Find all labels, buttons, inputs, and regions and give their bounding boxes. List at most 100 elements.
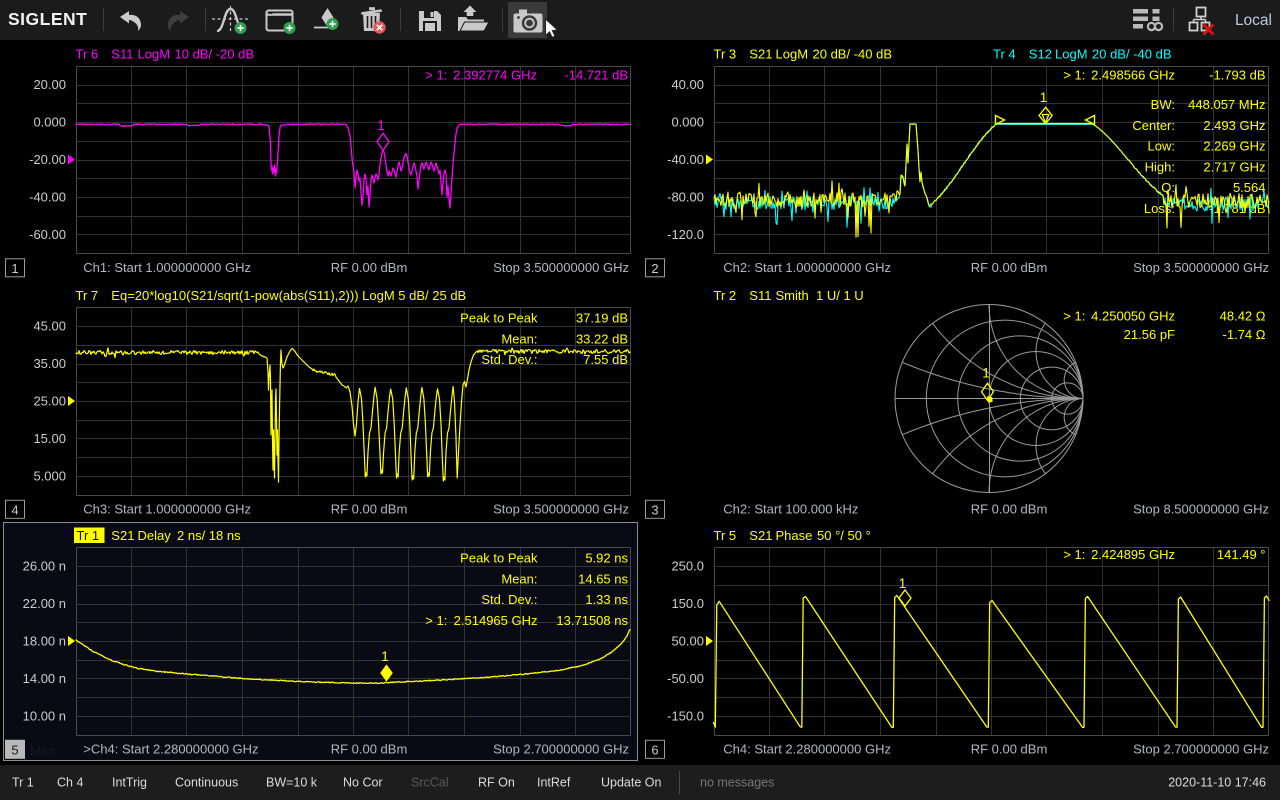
svg-text:Ch2: Start 100.000 kHz: Ch2: Start 100.000 kHz xyxy=(723,501,858,516)
svg-text:20 dB/ -40 dB: 20 dB/ -40 dB xyxy=(1092,47,1172,62)
svg-text:LogM: LogM xyxy=(1055,47,1088,62)
svg-text:26.00 n: 26.00 n xyxy=(23,559,66,574)
svg-text:Tr 7: Tr 7 xyxy=(76,288,99,303)
svg-text:1: 1 xyxy=(899,576,907,591)
svg-text:Tr 3: Tr 3 xyxy=(714,47,737,62)
svg-text:RF 0.00 dBm: RF 0.00 dBm xyxy=(331,501,408,516)
svg-text:14.00 n: 14.00 n xyxy=(23,671,66,686)
svg-text:RF 0.00 dBm: RF 0.00 dBm xyxy=(331,260,408,275)
svg-text:> 1:: > 1: xyxy=(1063,547,1085,562)
svg-text:Phase: Phase xyxy=(776,528,813,543)
svg-text:-40.00: -40.00 xyxy=(667,152,704,167)
svg-text:Tr 5: Tr 5 xyxy=(714,528,737,543)
svg-text:Max: Max xyxy=(30,743,55,758)
svg-text:Tr 4: Tr 4 xyxy=(993,47,1016,62)
svg-text:> 1:: > 1: xyxy=(425,613,447,628)
svg-text:>Ch4: Start 2.280000000 GHz: >Ch4: Start 2.280000000 GHz xyxy=(83,741,258,756)
svg-text:Stop 3.500000000 GHz: Stop 3.500000000 GHz xyxy=(493,501,629,516)
svg-text:High:: High: xyxy=(1145,159,1175,174)
svg-text:2.269 GHz: 2.269 GHz xyxy=(1203,139,1265,154)
svg-text:Ch3: Start 1.000000000 GHz: Ch3: Start 1.000000000 GHz xyxy=(83,501,251,516)
svg-text:-1.793 dB: -1.793 dB xyxy=(1209,68,1265,83)
svg-text:Mean:: Mean: xyxy=(501,331,537,346)
svg-text:20 dB/ -40 dB: 20 dB/ -40 dB xyxy=(813,47,893,62)
svg-text:Delay: Delay xyxy=(138,528,172,543)
svg-text:RF 0.00 dBm: RF 0.00 dBm xyxy=(331,741,408,756)
svg-text:Peak to Peak: Peak to Peak xyxy=(460,551,538,566)
svg-text:1: 1 xyxy=(1040,90,1048,105)
svg-text:Stop 3.500000000 GHz: Stop 3.500000000 GHz xyxy=(493,260,629,275)
svg-text:> 1:: > 1: xyxy=(425,68,447,83)
svg-text:Local: Local xyxy=(1235,12,1272,29)
svg-text:5.92 ns: 5.92 ns xyxy=(585,551,628,566)
svg-text:Tr 2: Tr 2 xyxy=(714,288,737,303)
svg-text:4.250050 GHz: 4.250050 GHz xyxy=(1091,309,1175,324)
svg-text:BW:: BW: xyxy=(1151,97,1175,112)
svg-text:-60.00: -60.00 xyxy=(29,227,66,242)
svg-text:SIGLENT: SIGLENT xyxy=(8,9,87,29)
svg-text:2.424895 GHz: 2.424895 GHz xyxy=(1091,547,1175,562)
svg-text:> 1:: > 1: xyxy=(1063,68,1085,83)
svg-text:33.22 dB: 33.22 dB xyxy=(576,331,628,346)
svg-text:2020-11-10 17:46: 2020-11-10 17:46 xyxy=(1168,776,1266,790)
svg-text:> 1:: > 1: xyxy=(1063,309,1085,324)
svg-text:40.00: 40.00 xyxy=(671,77,704,92)
svg-text:7.55 dB: 7.55 dB xyxy=(583,352,628,367)
svg-text:20.00: 20.00 xyxy=(33,77,66,92)
svg-text:50 °/ 50 °: 50 °/ 50 ° xyxy=(817,528,871,543)
svg-text:IntRef: IntRef xyxy=(537,776,571,790)
svg-text:5.000: 5.000 xyxy=(33,468,66,483)
svg-text:14.65 ns: 14.65 ns xyxy=(578,571,628,586)
svg-text:Stop 2.700000000 GHz: Stop 2.700000000 GHz xyxy=(493,741,629,756)
svg-text:Ch2: Start 1.000000000 GHz: Ch2: Start 1.000000000 GHz xyxy=(723,260,891,275)
svg-text:3: 3 xyxy=(651,502,658,517)
svg-text:1: 1 xyxy=(381,649,389,664)
svg-text:Stop 8.500000000 GHz: Stop 8.500000000 GHz xyxy=(1133,501,1269,516)
svg-text:S11: S11 xyxy=(749,288,771,303)
svg-text:15.00: 15.00 xyxy=(33,431,66,446)
svg-text:RF 0.00 dBm: RF 0.00 dBm xyxy=(971,260,1048,275)
svg-text:-80.00: -80.00 xyxy=(667,189,704,204)
svg-text:0.000: 0.000 xyxy=(33,115,66,130)
svg-text:448.057 MHz: 448.057 MHz xyxy=(1188,97,1265,112)
svg-text:4: 4 xyxy=(11,502,18,517)
svg-text:18.00 n: 18.00 n xyxy=(23,634,66,649)
svg-text:-20.00: -20.00 xyxy=(29,152,66,167)
svg-text:1: 1 xyxy=(11,261,18,276)
svg-text:Eq=20*log10(S21/sqrt(1-pow(abs: Eq=20*log10(S21/sqrt(1-pow(abs(S11),2)))… xyxy=(111,288,466,303)
svg-text:Tr 1: Tr 1 xyxy=(77,528,100,543)
svg-text:No Cor: No Cor xyxy=(343,776,383,790)
svg-text:Center:: Center: xyxy=(1132,118,1175,133)
svg-text:150.0: 150.0 xyxy=(671,596,704,611)
svg-text:Tr 1: Tr 1 xyxy=(12,776,34,790)
svg-text:250.0: 250.0 xyxy=(671,559,704,574)
svg-text:Ch4: Start 2.280000000 GHz: Ch4: Start 2.280000000 GHz xyxy=(723,741,891,756)
svg-text:2.493 GHz: 2.493 GHz xyxy=(1203,118,1265,133)
svg-text:Std. Dev.:: Std. Dev.: xyxy=(481,592,537,607)
svg-text:S11: S11 xyxy=(111,47,133,62)
svg-text:2.717 GHz: 2.717 GHz xyxy=(1203,159,1265,174)
svg-text:1.33 ns: 1.33 ns xyxy=(585,592,628,607)
svg-text:13.71508 ns: 13.71508 ns xyxy=(556,613,628,628)
svg-text:S21: S21 xyxy=(111,528,134,543)
svg-text:10 dB/ -20 dB: 10 dB/ -20 dB xyxy=(175,47,255,62)
svg-text:Peak to Peak: Peak to Peak xyxy=(460,311,538,326)
svg-text:Loss:: Loss: xyxy=(1144,201,1175,216)
svg-text:IntTrig: IntTrig xyxy=(112,776,147,790)
svg-text:LogM: LogM xyxy=(138,47,171,62)
svg-text:2.392774 GHz: 2.392774 GHz xyxy=(453,68,537,83)
svg-text:5.564: 5.564 xyxy=(1233,180,1266,195)
svg-text:5: 5 xyxy=(11,742,18,757)
svg-text:21.56 pF: 21.56 pF xyxy=(1124,327,1175,342)
svg-text:2: 2 xyxy=(651,261,658,276)
svg-text:141.49 °: 141.49 ° xyxy=(1217,547,1266,562)
svg-text:Stop 3.500000000 GHz: Stop 3.500000000 GHz xyxy=(1133,260,1269,275)
svg-text:Ch1: Start 1.000000000 GHz: Ch1: Start 1.000000000 GHz xyxy=(83,260,251,275)
svg-text:BW=10 k: BW=10 k xyxy=(266,776,318,790)
svg-text:Continuous: Continuous xyxy=(175,776,238,790)
svg-text:6: 6 xyxy=(651,742,658,757)
svg-text:22.00 n: 22.00 n xyxy=(23,596,66,611)
svg-text:45.00: 45.00 xyxy=(33,319,66,334)
svg-text:48.42 Ω: 48.42 Ω xyxy=(1220,309,1266,324)
svg-text:Low:: Low: xyxy=(1148,139,1175,154)
